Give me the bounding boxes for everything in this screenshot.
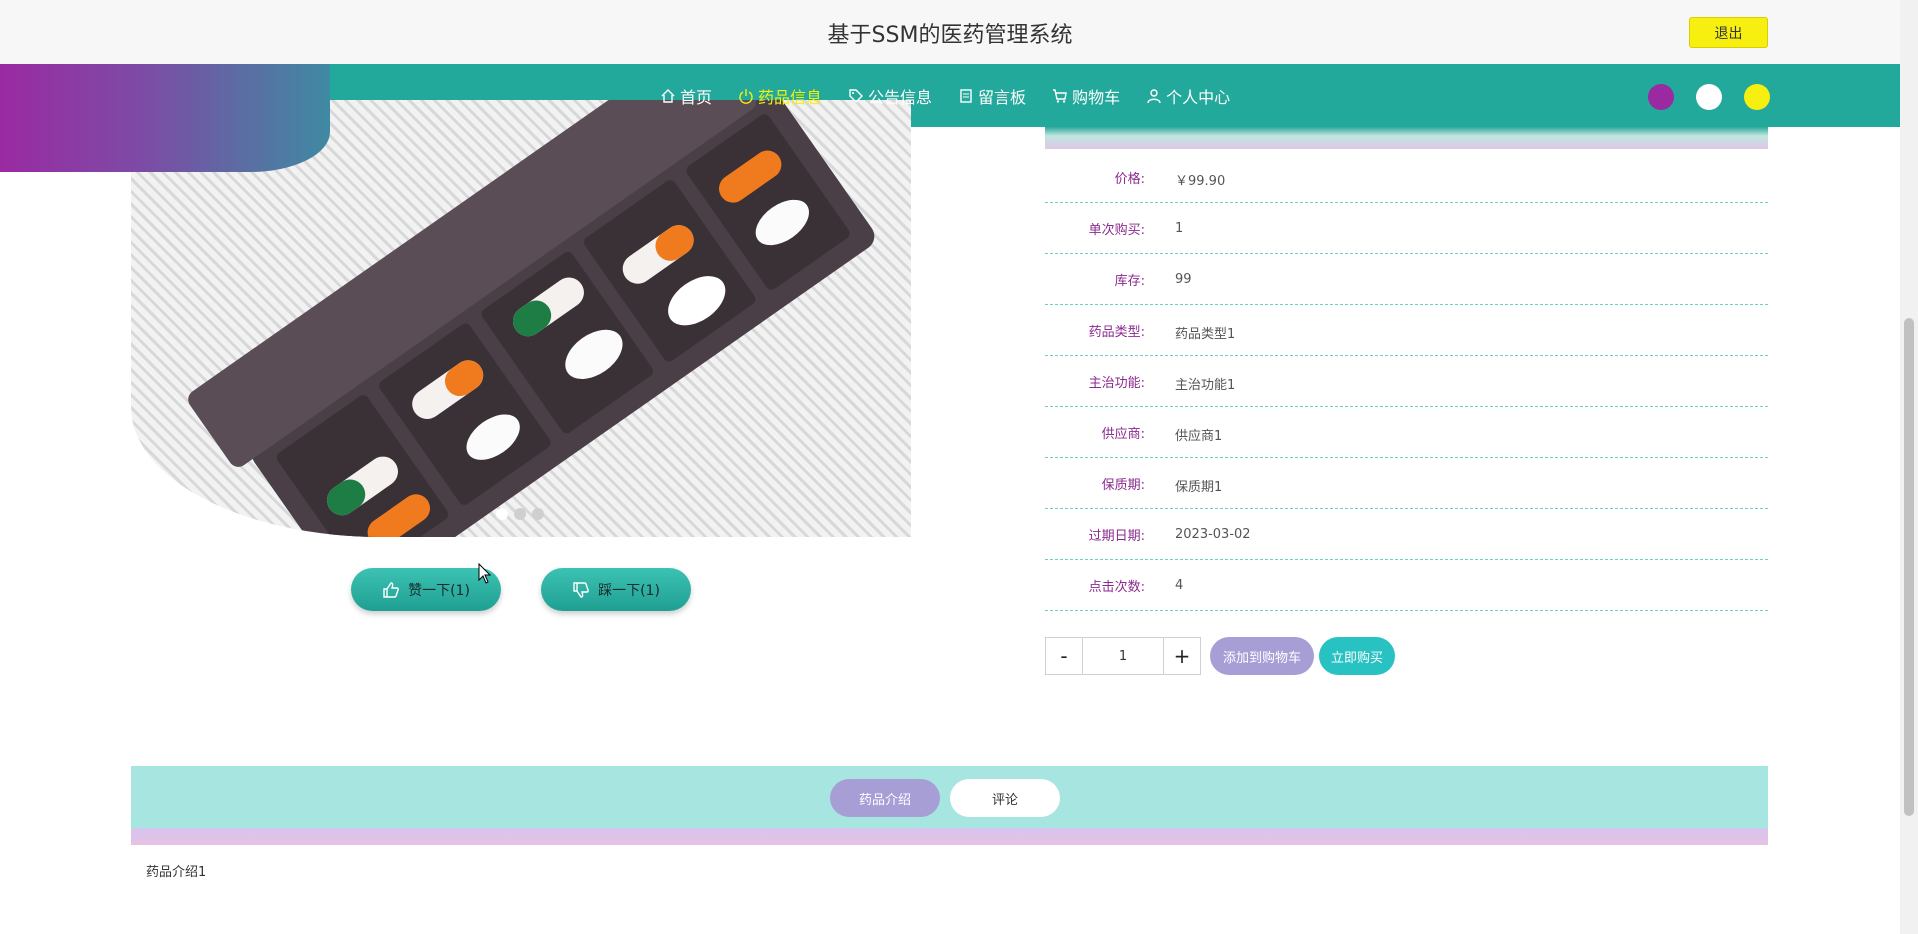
scrollbar-thumb[interactable]	[1904, 318, 1914, 816]
home-icon	[661, 88, 675, 103]
nav-item-home[interactable]: 首页	[660, 84, 712, 108]
detail-row-function: 主治功能: 主治功能1	[1045, 356, 1768, 407]
detail-value: 供应商1	[1175, 429, 1223, 444]
user-icon	[1147, 88, 1161, 103]
detail-row-shelf-life: 保质期: 保质期1	[1045, 458, 1768, 509]
site-title: 基于SSM的医药管理系统	[827, 23, 1073, 48]
decrease-quantity-button[interactable]: -	[1045, 637, 1083, 675]
detail-row-expiry-date: 过期日期: 2023-03-02	[1045, 509, 1768, 560]
carousel-dot[interactable]	[514, 508, 526, 520]
theme-switcher	[1648, 84, 1770, 110]
nav-item-cart[interactable]: 购物车	[1052, 84, 1120, 108]
detail-value: 2023-03-02	[1175, 527, 1251, 542]
cart-icon	[1053, 88, 1067, 103]
tab-comments[interactable]: 评论	[950, 779, 1060, 817]
detail-row-stock: 库存: 99	[1045, 254, 1768, 305]
dislike-label: 踩一下(1)	[598, 582, 660, 599]
nav-item-medicine-info[interactable]: 药品信息	[738, 84, 822, 108]
tag-icon	[849, 88, 864, 103]
nav-item-label: 药品信息	[758, 87, 823, 107]
detail-value: 主治功能1	[1175, 378, 1236, 393]
buy-now-button[interactable]: 立即购买	[1319, 637, 1395, 675]
top-header: 基于SSM的医药管理系统 退出	[0, 0, 1900, 65]
tab-medicine-intro[interactable]: 药品介绍	[830, 779, 940, 817]
carousel-dot[interactable]	[532, 508, 544, 520]
detail-row-single-purchase: 单次购买: 1	[1045, 203, 1768, 254]
carousel-dot[interactable]	[496, 508, 508, 520]
dislike-button[interactable]: 踩一下(1)	[541, 568, 691, 611]
detail-value: ￥99.90	[1175, 174, 1226, 189]
thumbs-down-icon	[573, 581, 589, 598]
quantity-stepper: - +	[1045, 637, 1201, 675]
detail-label: 价格:	[1114, 172, 1145, 187]
nav-item-announcements[interactable]: 公告信息	[848, 84, 932, 108]
nav-item-label: 购物车	[1072, 87, 1121, 107]
like-label: 赞一下(1)	[408, 582, 470, 599]
detail-value: 保质期1	[1175, 480, 1223, 495]
theme-dot-purple[interactable]	[1648, 84, 1674, 110]
detail-value: 99	[1175, 272, 1192, 287]
power-icon	[739, 88, 753, 104]
medicine-intro-text: 药品介绍1	[146, 865, 207, 880]
detail-value: 4	[1175, 578, 1184, 593]
nav-menu: 首页 药品信息 公告信息 留言板 购物车 个人中心	[660, 64, 1230, 127]
mouse-cursor-icon	[478, 563, 492, 584]
detail-value: 药品类型1	[1175, 327, 1236, 342]
theme-dot-yellow[interactable]	[1744, 84, 1770, 110]
thumbs-up-icon	[383, 581, 399, 598]
increase-quantity-button[interactable]: +	[1163, 637, 1201, 675]
quantity-input[interactable]	[1083, 637, 1163, 675]
detail-row-type: 药品类型: 药品类型1	[1045, 305, 1768, 356]
tab-bar-underline	[131, 828, 1768, 845]
nav-item-label: 首页	[680, 87, 713, 107]
add-to-cart-button[interactable]: 添加到购物车	[1210, 637, 1314, 675]
detail-row-price: 价格: ￥99.90	[1045, 152, 1768, 203]
clipboard-icon	[960, 88, 972, 103]
detail-value: 1	[1175, 221, 1184, 236]
detail-header-band	[1045, 127, 1768, 149]
detail-label: 供应商:	[1101, 427, 1145, 442]
nav-item-message-board[interactable]: 留言板	[958, 84, 1026, 108]
detail-row-supplier: 供应商: 供应商1	[1045, 407, 1768, 458]
theme-dot-white[interactable]	[1696, 84, 1722, 110]
nav-decoration	[0, 64, 330, 172]
carousel-indicators	[496, 508, 544, 520]
detail-label: 库存:	[1114, 274, 1145, 289]
detail-label: 点击次数:	[1088, 580, 1145, 595]
nav-item-label: 留言板	[978, 87, 1027, 107]
detail-label: 主治功能:	[1088, 376, 1145, 391]
nav-item-label: 个人中心	[1166, 87, 1231, 107]
detail-label: 药品类型:	[1088, 325, 1145, 340]
detail-label: 单次购买:	[1088, 223, 1145, 238]
nav-item-label: 公告信息	[868, 87, 933, 107]
detail-label: 保质期:	[1101, 478, 1145, 493]
logout-button[interactable]: 退出	[1689, 17, 1768, 48]
detail-row-click-count: 点击次数: 4	[1045, 560, 1768, 611]
product-details: 价格: ￥99.90 单次购买: 1 库存: 99 药品类型: 药品类型1 主治…	[1045, 152, 1768, 611]
detail-label: 过期日期:	[1088, 529, 1145, 544]
nav-item-profile[interactable]: 个人中心	[1146, 84, 1230, 108]
